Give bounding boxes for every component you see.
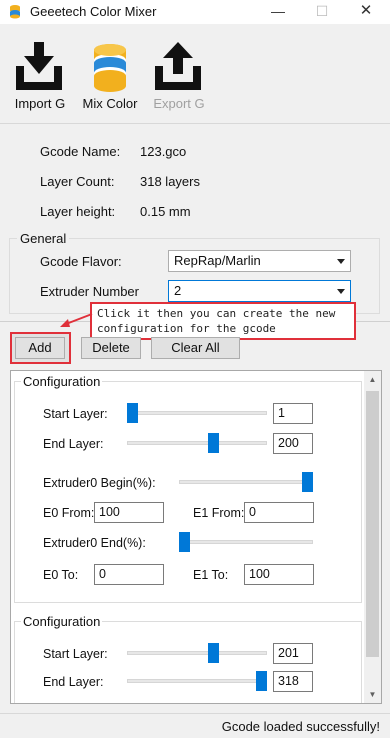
toolbar: Import G Mix Color Export G [0,24,390,124]
maximize-button[interactable]: ☐ [302,0,342,24]
close-button[interactable]: ✕ [346,0,386,24]
configurations-panel[interactable]: Configuration Start Layer: 1 End Layer: … [10,370,382,704]
end-layer-input[interactable]: 200 [273,433,313,454]
extruder-number-value: 2 [174,283,182,298]
e0-from-label: E0 From: [43,506,95,520]
end-layer-input[interactable]: 318 [273,671,313,692]
scroll-thumb[interactable] [366,391,379,657]
general-title: General [17,231,70,246]
tooltip-line-1: Click it then you can create the new [97,307,336,320]
slider-thumb[interactable] [208,433,219,453]
start-layer-input[interactable]: 1 [273,403,313,424]
extruder0-begin-slider[interactable] [179,472,313,492]
start-layer-label: Start Layer: [43,407,108,421]
start-layer-label: Start Layer: [43,647,108,661]
e1-from-input[interactable]: 0 [244,502,314,523]
mix-color-button[interactable]: Mix Color [80,42,140,111]
delete-button[interactable]: Delete [81,337,141,359]
database-icon [94,44,126,92]
end-layer-label: End Layer: [43,675,104,689]
end-layer-label: End Layer: [43,437,104,451]
configuration-card: Configuration Start Layer: 201 End Layer… [14,614,362,703]
e0-to-label: E0 To: [43,568,79,582]
gcode-name-label: Gcode Name: [40,144,121,159]
scroll-down-icon[interactable]: ▼ [364,686,381,703]
slider-thumb[interactable] [208,643,219,663]
annotation-arrow-icon [60,313,93,327]
extruder-number-select[interactable]: 2 [168,280,351,302]
start-layer-input[interactable]: 201 [273,643,313,664]
end-layer-slider[interactable] [127,671,267,691]
status-message: Gcode loaded successfully! [221,719,380,734]
minimize-button[interactable]: — [258,0,298,24]
tooltip-line-2: configuration for the gcode [97,322,276,335]
gcode-flavor-select[interactable]: RepRap/Marlin [168,250,351,272]
window-title: Geeetech Color Mixer [30,4,157,19]
extruder0-begin-label: Extruder0 Begin(%): [43,476,156,490]
e1-to-label: E1 To: [193,568,229,582]
end-layer-slider[interactable] [127,433,267,453]
import-gcode-button[interactable]: Import G [12,42,68,111]
e1-to-input[interactable]: 100 [244,564,314,585]
extruder0-end-label: Extruder0 End(%): [43,536,146,550]
slider-thumb[interactable] [302,472,313,492]
gcode-flavor-label: Gcode Flavor: [40,254,122,269]
start-layer-slider[interactable] [127,403,267,423]
layer-count-label: Layer Count: [40,174,115,189]
export-icon [155,42,201,90]
chevron-down-icon [337,289,345,294]
extruder0-end-slider[interactable] [179,532,313,552]
status-bar: Gcode loaded successfully! [0,713,390,738]
clear-all-button[interactable]: Clear All [151,337,240,359]
slider-thumb[interactable] [256,671,267,691]
gcode-flavor-value: RepRap/Marlin [174,253,261,268]
e0-from-input[interactable]: 100 [94,502,164,523]
configuration-card: Configuration Start Layer: 1 End Layer: … [14,374,362,603]
annotation-tooltip: Click it then you can create the new con… [90,302,356,340]
chevron-down-icon [337,259,345,264]
import-label: Import G [14,96,66,111]
import-icon [16,42,62,90]
extruder-number-label: Extruder Number [40,284,139,299]
start-layer-slider[interactable] [127,643,267,663]
scroll-up-icon[interactable]: ▲ [364,371,381,388]
layer-height-value: 0.15 mm [140,204,191,219]
slider-thumb[interactable] [179,532,190,552]
export-label: Export G [153,96,205,111]
layer-count-value: 318 layers [140,174,200,189]
layer-height-label: Layer height: [40,204,116,219]
gcode-name-value: 123.gco [140,144,187,159]
add-button[interactable]: Add [15,337,65,359]
export-gcode-button[interactable]: Export G [150,42,208,111]
app-icon [10,5,20,19]
mix-label: Mix Color [82,96,138,111]
configuration-title: Configuration [21,374,103,389]
configuration-title: Configuration [21,614,103,629]
vertical-scrollbar[interactable]: ▲ ▼ [364,371,381,703]
e1-from-label: E1 From: [193,506,245,520]
e0-to-input[interactable]: 0 [94,564,164,585]
slider-thumb[interactable] [127,403,138,423]
title-bar: Geeetech Color Mixer — ☐ ✕ [0,0,390,24]
